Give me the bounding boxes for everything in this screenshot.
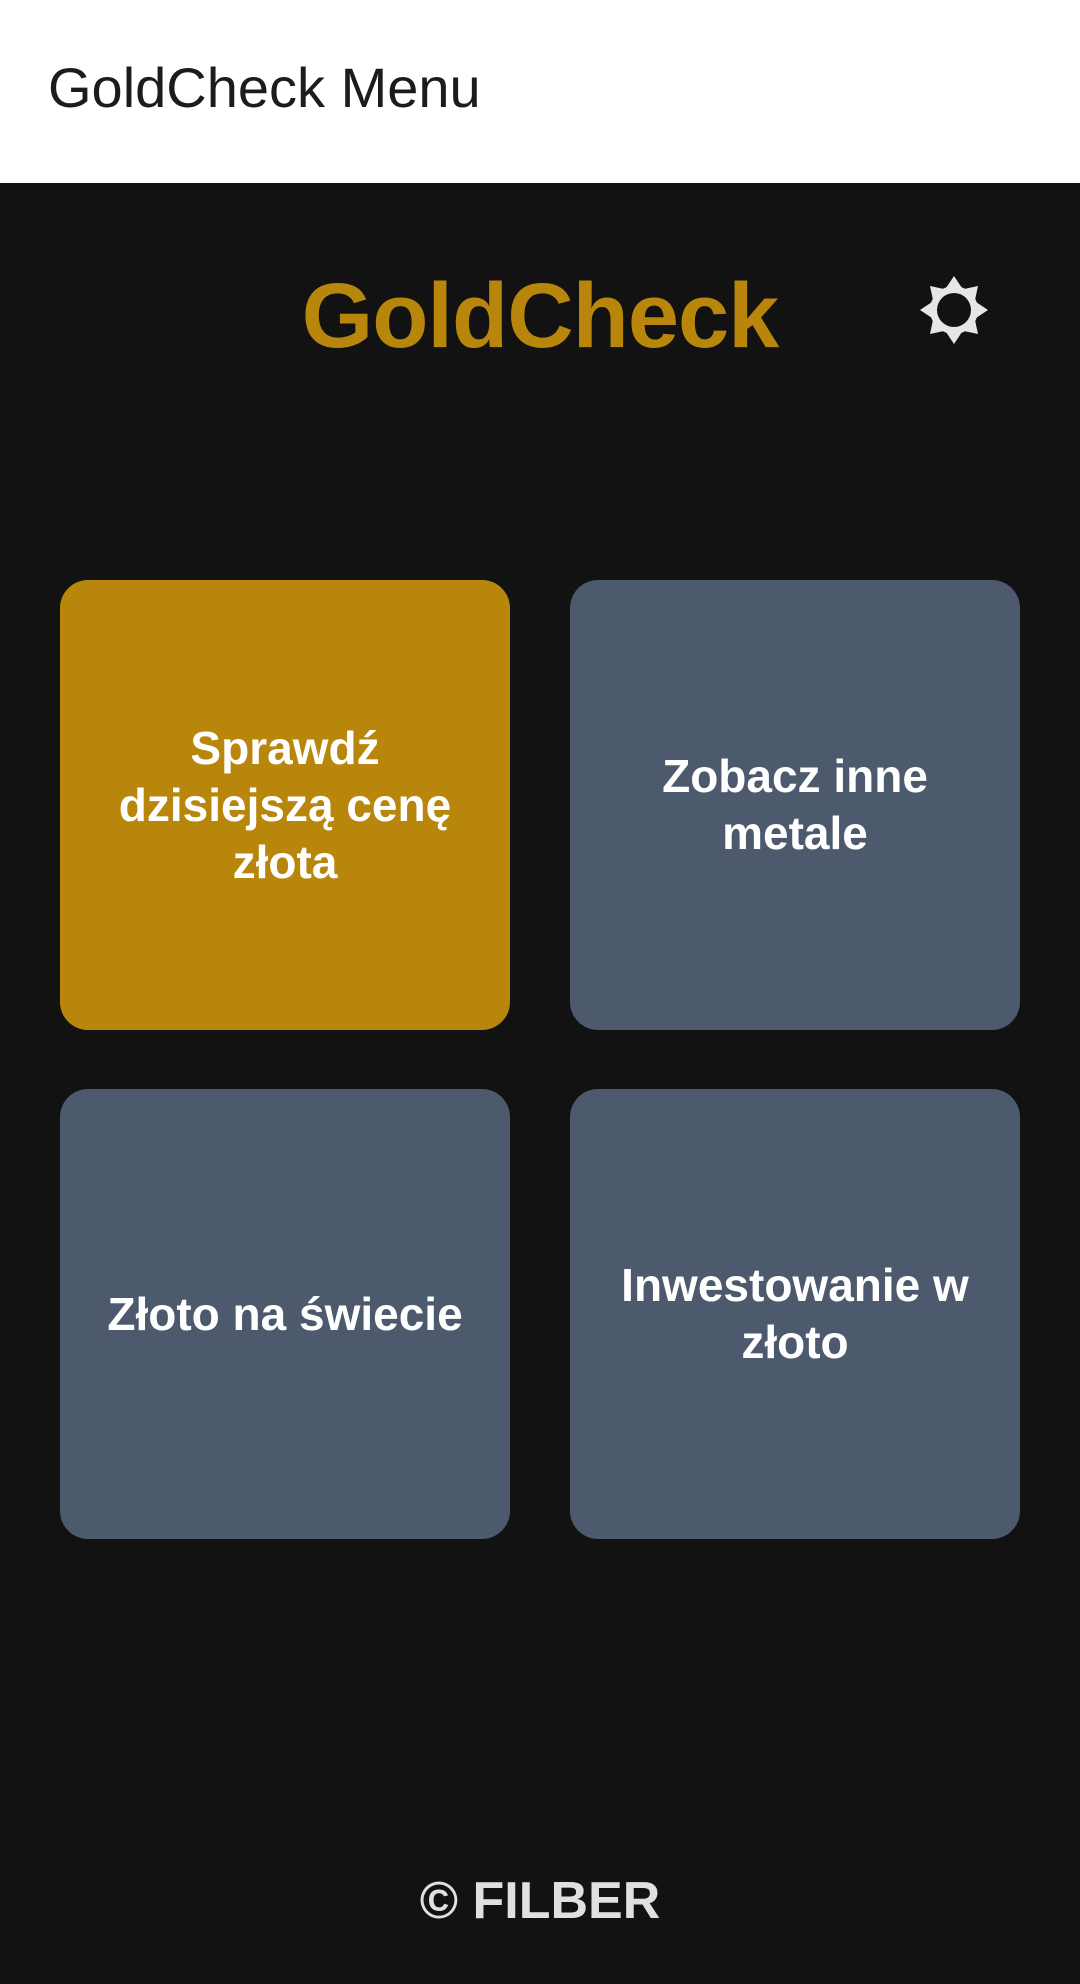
tile-check-gold-price[interactable]: Sprawdź dzisiejszą cenę złota (60, 580, 510, 1030)
gear-icon (920, 276, 988, 344)
settings-button[interactable] (912, 268, 996, 352)
tile-other-metals[interactable]: Zobacz inne metale (570, 580, 1020, 1030)
tile-gold-investing[interactable]: Inwestowanie w złoto (570, 1089, 1020, 1539)
tile-gold-investing-label: Inwestowanie w złoto (621, 1259, 969, 1368)
footer-copyright: © FILBER (419, 1872, 661, 1930)
tile-other-metals-label: Zobacz inne metale (662, 750, 928, 859)
main-content: GoldCheck Sprawdź dzisiejszą cenę złota … (0, 183, 1080, 1984)
tile-gold-worldwide-label: Złoto na świecie (107, 1287, 463, 1340)
tile-gold-worldwide[interactable]: Złoto na świecie (60, 1089, 510, 1539)
tile-check-gold-price-label: Sprawdź dzisiejszą cenę złota (118, 721, 452, 888)
app-bar-title: GoldCheck Menu (48, 56, 481, 119)
app-bar: GoldCheck Menu (0, 0, 1080, 183)
